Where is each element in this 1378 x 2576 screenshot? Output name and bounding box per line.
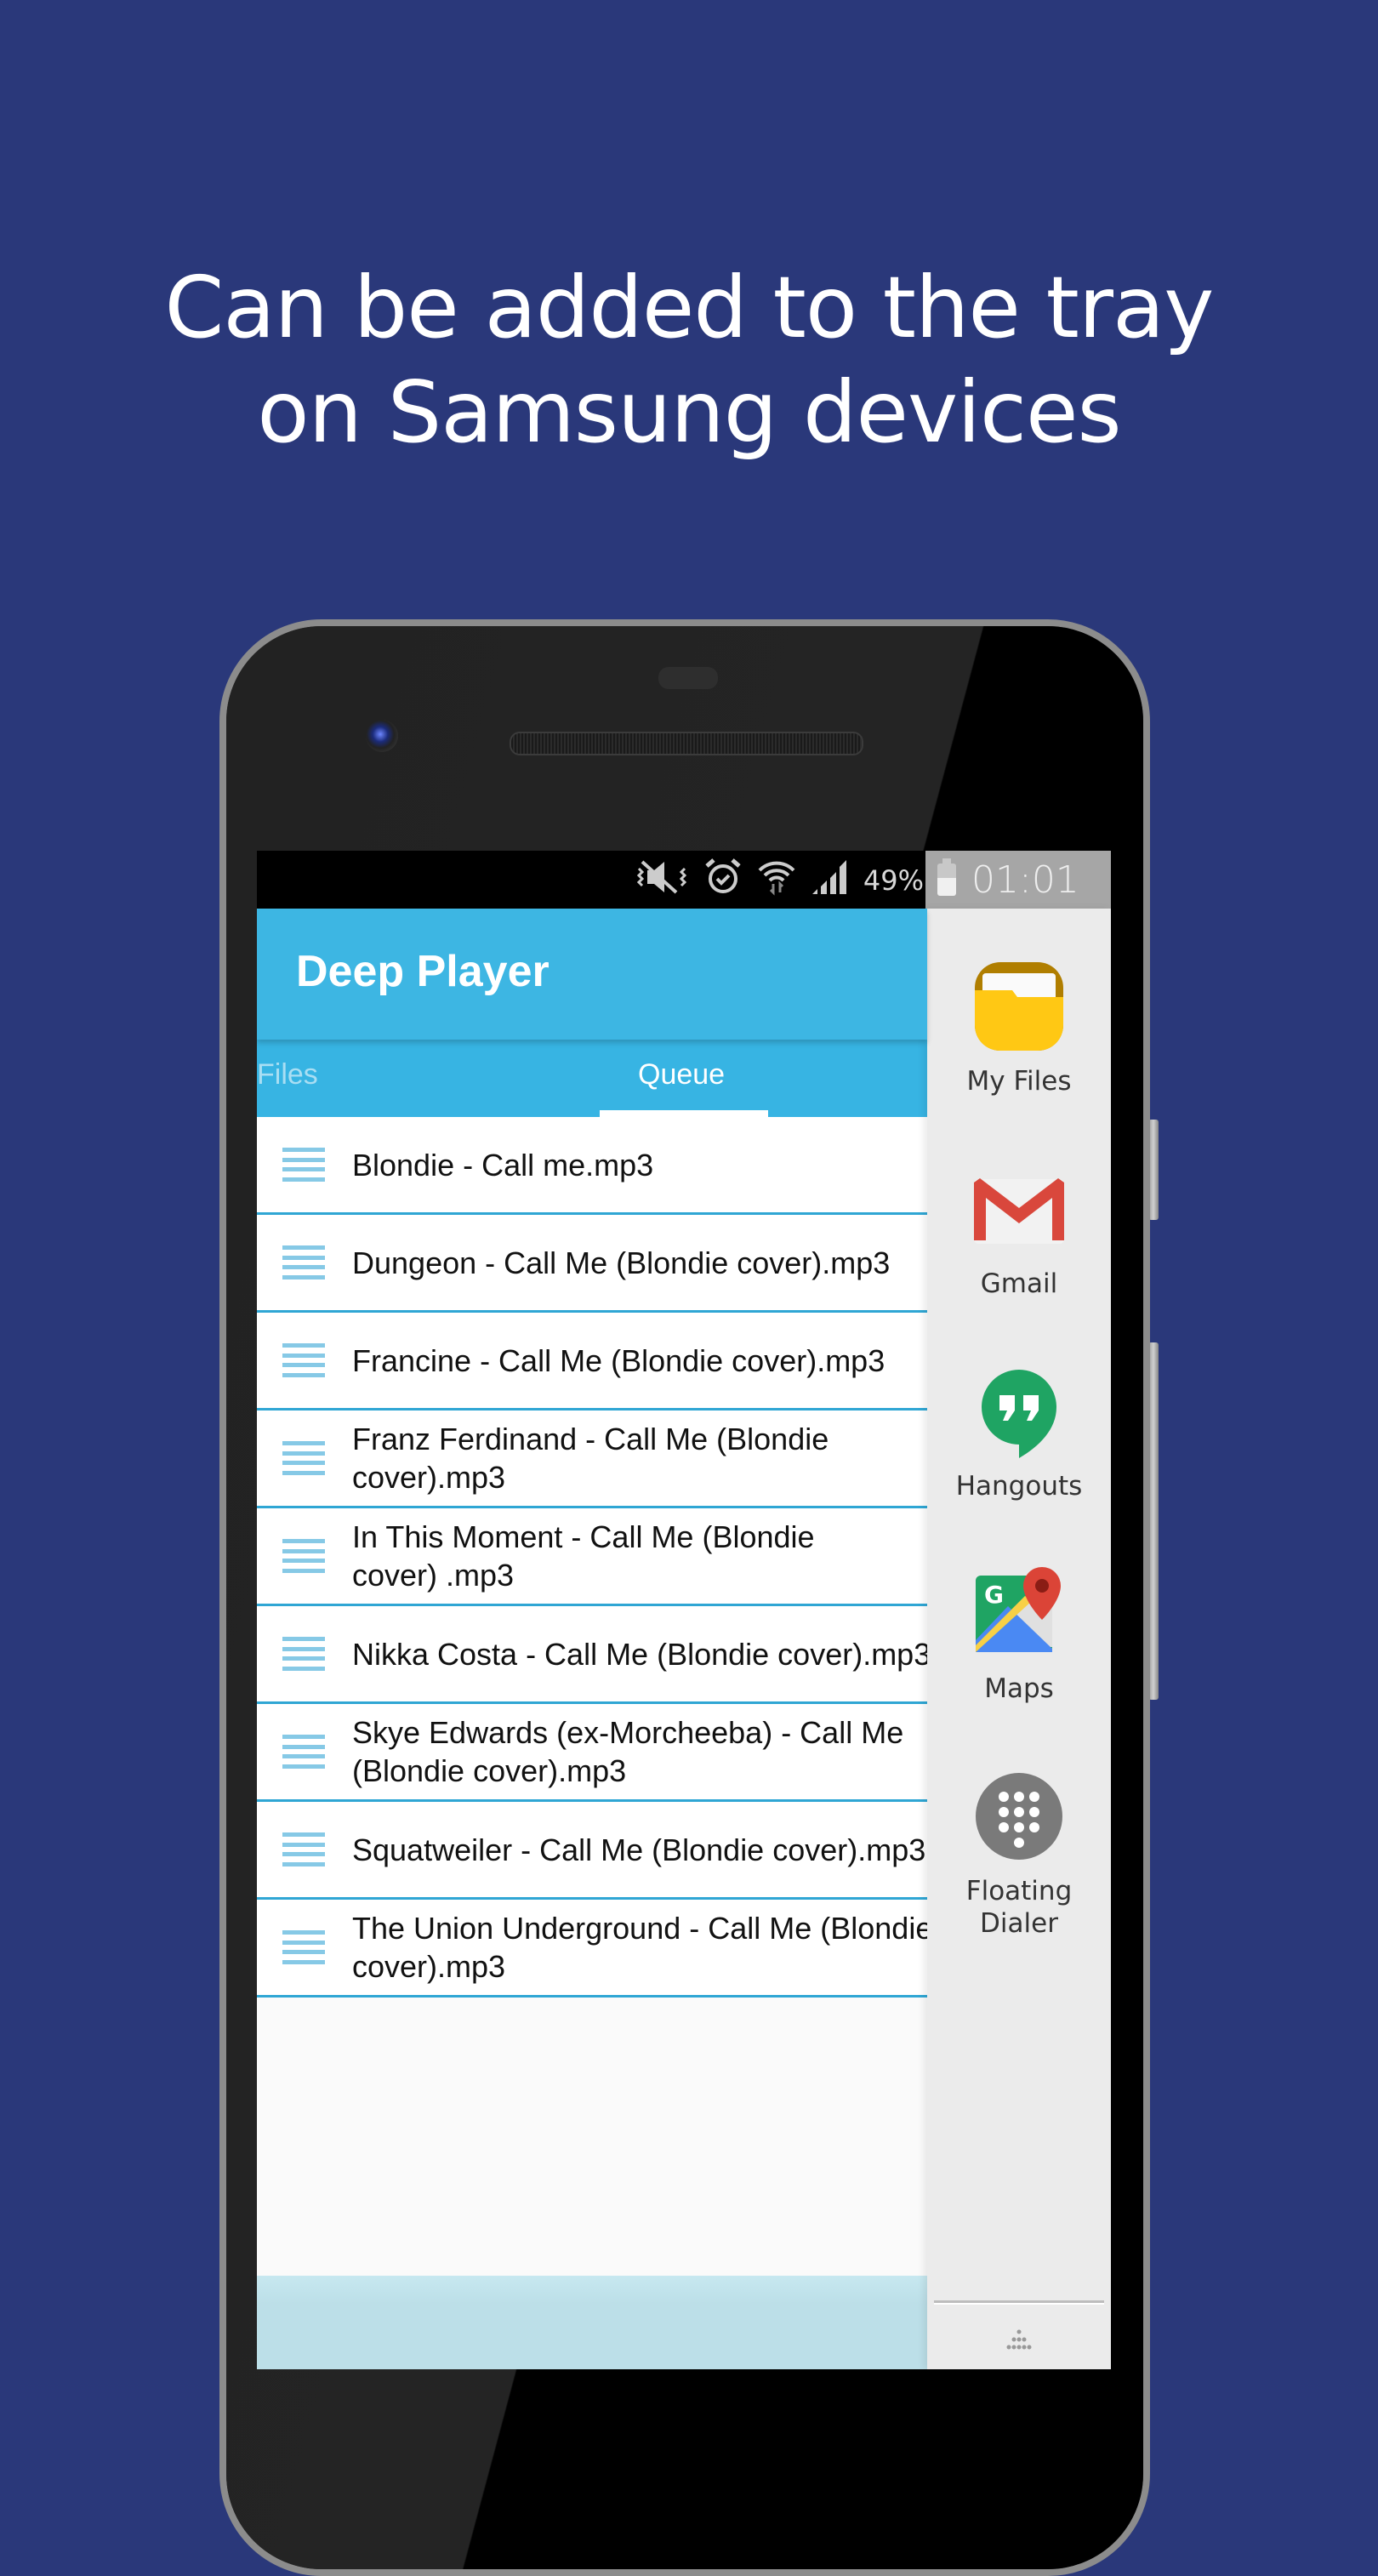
signal-icon (811, 858, 850, 903)
tray-item-maps[interactable]: G Maps (927, 1567, 1111, 1705)
status-bar: 49% 01:01 (257, 851, 1111, 909)
wifi-icon (756, 857, 797, 905)
drag-handle-icon[interactable] (282, 1441, 325, 1475)
app-bar: Deep Player (257, 909, 927, 1040)
deep-player-app: Deep Player Files Queue Blondie - Call m… (257, 909, 932, 2369)
gmail-icon (972, 1162, 1066, 1256)
player-bottom-bar[interactable] (257, 2276, 927, 2369)
proximity-sensor (658, 667, 718, 689)
tray-label: My Files (966, 1066, 1072, 1097)
queue-item[interactable]: Blondie - Call me.mp3 (257, 1117, 927, 1215)
edit-tray-icon[interactable] (1002, 2328, 1036, 2354)
headline-line-1: Can be added to the tray (164, 258, 1215, 357)
drag-handle-icon[interactable] (282, 1735, 325, 1769)
tray-item-hangouts[interactable]: Hangouts (927, 1365, 1111, 1502)
tab-queue[interactable]: Queue (638, 1058, 725, 1091)
tray-item-floating-dialer[interactable]: Floating Dialer (927, 1770, 1111, 1940)
queue-item[interactable]: Francine - Call Me (Blondie cover).mp3 (257, 1313, 927, 1411)
tray-divider (934, 2300, 1104, 2305)
mute-vibrate-icon (635, 858, 690, 903)
hangouts-icon (972, 1365, 1066, 1458)
edge-tray-panel: My Files Gmail Hangouts G Maps Floating … (927, 909, 1111, 2369)
drag-handle-icon[interactable] (282, 1148, 325, 1182)
clock: 01:01 (971, 858, 1079, 902)
queue-item[interactable]: Dungeon - Call Me (Blondie cover).mp3 (257, 1215, 927, 1313)
queue-item[interactable]: Franz Ferdinand - Call Me (Blondie cover… (257, 1411, 927, 1508)
tray-label: Floating Dialer (965, 1876, 1073, 1939)
battery-percent: 49% (863, 864, 924, 897)
tray-label: Gmail (980, 1268, 1058, 1299)
dialpad-icon (972, 1770, 1066, 1863)
tray-item-gmail[interactable]: Gmail (927, 1162, 1111, 1300)
tab-bar: Files Queue (257, 1040, 927, 1117)
battery-icon (937, 858, 956, 896)
tab-files[interactable]: Files (257, 1058, 318, 1091)
drag-handle-icon[interactable] (282, 1637, 325, 1671)
status-bar-tray: 01:01 (925, 851, 1111, 909)
earpiece-speaker (510, 732, 863, 755)
phone-screen: 49% 01:01 Deep Player Files Queue Blondi… (257, 851, 1111, 2369)
queue-item[interactable]: Nikka Costa - Call Me (Blondie cover).mp… (257, 1606, 931, 1704)
queue-item[interactable]: The Union Underground - Call Me (Blondie… (257, 1900, 932, 1998)
folder-icon (972, 960, 1066, 1053)
tray-item-my-files[interactable]: My Files (927, 960, 1111, 1097)
tray-label: Maps (984, 1673, 1054, 1704)
queue-list: Blondie - Call me.mp3 Dungeon - Call Me … (257, 1117, 932, 1998)
drag-handle-icon[interactable] (282, 1343, 325, 1377)
front-camera-icon (366, 720, 398, 752)
app-title: Deep Player (296, 947, 549, 996)
queue-item[interactable]: In This Moment - Call Me (Blondie cover)… (257, 1508, 927, 1606)
headline-line-2: on Samsung devices (257, 362, 1121, 462)
headline: Can be added to the tray on Samsung devi… (0, 255, 1378, 464)
svg-text:G: G (984, 1581, 1004, 1609)
queue-item[interactable]: Squatweiler - Call Me (Blondie cover).mp… (257, 1802, 927, 1900)
active-tab-indicator (600, 1110, 768, 1117)
tray-label: Hangouts (955, 1471, 1083, 1502)
drag-handle-icon[interactable] (282, 1245, 325, 1279)
maps-icon: G (972, 1567, 1066, 1661)
drag-handle-icon[interactable] (282, 1832, 325, 1866)
drag-handle-icon[interactable] (282, 1930, 325, 1964)
drag-handle-icon[interactable] (282, 1539, 325, 1573)
queue-item[interactable]: Skye Edwards (ex-Morcheeba) - Call Me (B… (257, 1704, 927, 1802)
alarm-icon (703, 858, 743, 904)
